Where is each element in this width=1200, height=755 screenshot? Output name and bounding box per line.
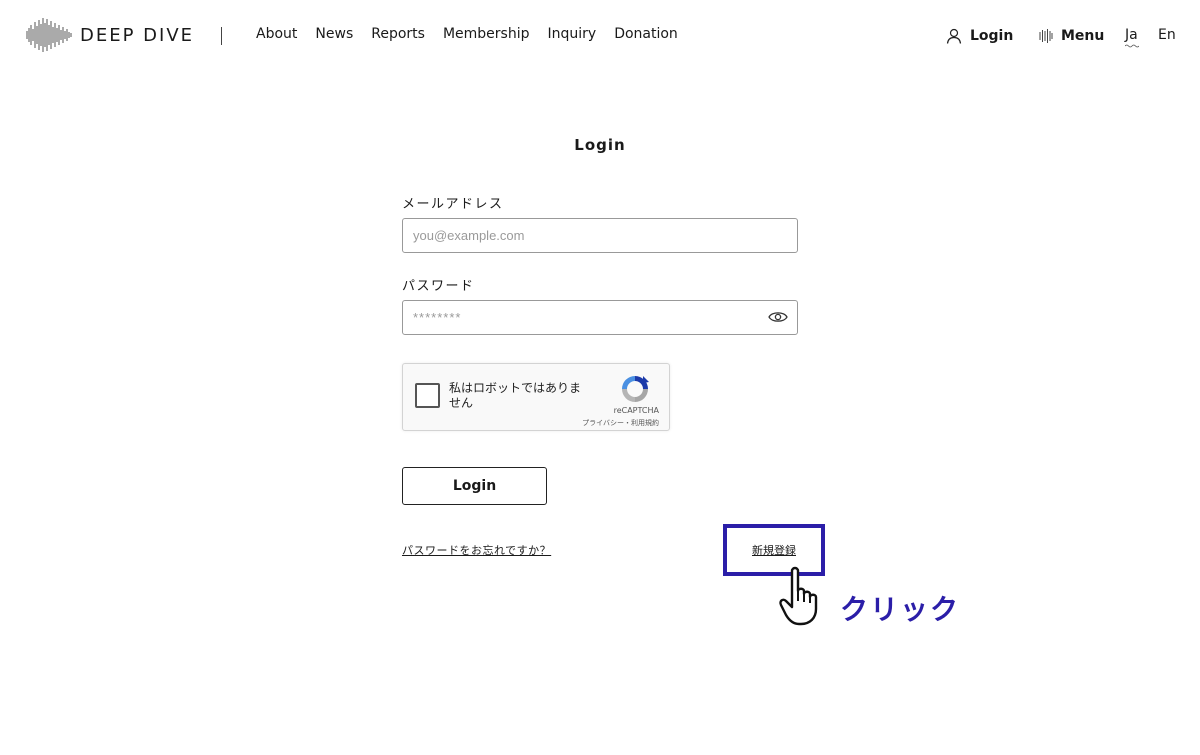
lang-ja[interactable]: Ja [1125, 27, 1139, 48]
eye-icon[interactable] [768, 310, 788, 324]
header-login-link[interactable]: Login [946, 28, 1013, 44]
nav-inquiry[interactable]: Inquiry [547, 26, 596, 42]
lang-ja-label: Ja [1125, 27, 1138, 43]
pointing-hand-icon [779, 566, 818, 626]
recaptcha-logo-icon [622, 376, 649, 402]
forgot-password-link[interactable]: パスワードをお忘れですか？ [402, 542, 551, 558]
active-lang-indicator [1125, 44, 1139, 48]
logo-waveform-icon [26, 18, 72, 52]
menu-bars-icon [1039, 29, 1053, 43]
nav-reports[interactable]: Reports [371, 26, 425, 42]
header-login-label: Login [970, 28, 1014, 44]
password-input[interactable] [402, 300, 798, 335]
user-icon [946, 28, 962, 44]
login-submit-button[interactable]: Login [402, 467, 547, 505]
recaptcha-checkbox[interactable] [415, 383, 440, 408]
recaptcha-privacy-terms[interactable]: プライバシー・利用規約 [582, 418, 659, 428]
recaptcha-label: 私はロボットではありません [449, 381, 582, 410]
logo-text: DEEP DIVE [80, 24, 195, 46]
nav-donation[interactable]: Donation [614, 26, 678, 42]
nav-about[interactable]: About [256, 26, 297, 42]
nav-membership[interactable]: Membership [443, 26, 530, 42]
register-link[interactable]: 新規登録 [752, 542, 796, 558]
lang-en[interactable]: En [1158, 27, 1176, 43]
email-input[interactable] [402, 218, 798, 253]
page-title: Login [574, 136, 626, 154]
password-label: パスワード [402, 279, 475, 294]
recaptcha-widget: 私はロボットではありません reCAPTCHA プライバシー・利用規約 [402, 363, 670, 431]
email-label: メールアドレス [402, 197, 504, 212]
header-menu-label: Menu [1061, 28, 1105, 44]
header-divider [221, 27, 222, 45]
site-header: DEEP DIVE About News Reports Membership … [0, 0, 1200, 72]
recaptcha-brand: reCAPTCHA [613, 406, 659, 415]
header-menu-button[interactable]: Menu [1039, 28, 1104, 44]
site-logo[interactable]: DEEP DIVE [26, 17, 194, 53]
nav-news[interactable]: News [315, 26, 353, 42]
main-nav: About News Reports Membership Inquiry Do… [256, 26, 696, 42]
click-annotation: クリック [840, 593, 961, 626]
